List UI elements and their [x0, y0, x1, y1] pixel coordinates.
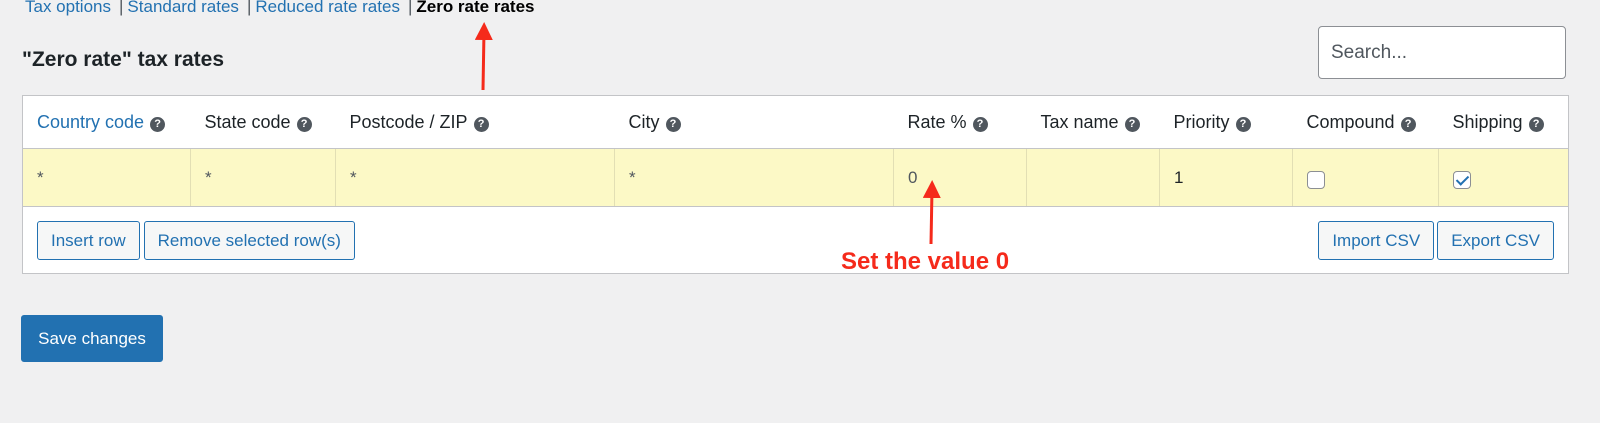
cell-tax-name[interactable]	[1026, 148, 1160, 207]
column-header-priority: Priority?	[1159, 95, 1293, 149]
cell-shipping	[1438, 148, 1569, 207]
tab-reduced-rate-rates[interactable]: Reduced rate rates	[255, 0, 400, 16]
column-label: City	[628, 111, 660, 132]
table-row[interactable]: * * * * 0 1	[22, 148, 1569, 207]
column-label: Postcode / ZIP	[349, 111, 468, 132]
arrow-to-zero-rate-tab	[474, 22, 493, 91]
help-icon[interactable]: ?	[150, 116, 166, 132]
row-actions: Insert row Remove selected row(s)	[37, 220, 359, 260]
help-icon[interactable]: ?	[296, 116, 312, 132]
column-header-country-code[interactable]: Country code?	[22, 95, 191, 149]
help-icon[interactable]: ?	[1124, 116, 1140, 132]
csv-actions: Import CSV Export CSV	[1315, 220, 1554, 260]
cell-rate[interactable]: 0	[893, 148, 1027, 207]
shipping-checkbox[interactable]	[1453, 171, 1471, 190]
cell-postcode[interactable]: *	[335, 148, 615, 207]
table-footer-row: Insert row Remove selected row(s) Import …	[23, 207, 1569, 274]
tab-standard-rates[interactable]: Standard rates	[127, 0, 239, 16]
import-csv-button[interactable]: Import CSV	[1318, 220, 1435, 260]
tab-separator: |	[246, 0, 252, 16]
help-icon[interactable]: ?	[1400, 116, 1416, 132]
annotation-label: Set the value 0	[841, 248, 1010, 275]
column-label: Compound	[1306, 111, 1395, 132]
column-label: State code	[204, 111, 291, 132]
help-icon[interactable]: ?	[665, 116, 681, 132]
insert-row-button[interactable]: Insert row	[37, 220, 140, 260]
table-footer: Insert row Remove selected row(s) Import …	[23, 207, 1569, 274]
help-icon[interactable]: ?	[1235, 116, 1251, 132]
column-header-postcode: Postcode / ZIP?	[335, 95, 615, 149]
cell-country-code[interactable]: *	[22, 148, 191, 207]
column-header-compound: Compound?	[1292, 95, 1439, 149]
help-icon[interactable]: ?	[972, 116, 988, 132]
page-title: "Zero rate" tax rates	[22, 48, 225, 71]
column-header-city: City?	[614, 95, 894, 149]
remove-rows-button[interactable]: Remove selected row(s)	[143, 220, 355, 260]
column-label: Tax name	[1040, 111, 1119, 132]
cell-compound	[1292, 148, 1439, 207]
help-icon[interactable]: ?	[1528, 116, 1544, 132]
column-label: Rate %	[907, 111, 967, 132]
column-label: Country code	[37, 111, 145, 132]
compound-checkbox[interactable]	[1307, 171, 1325, 190]
help-icon[interactable]: ?	[473, 116, 489, 132]
tax-tabs-nav: Tax options | Standard rates | Reduced rate …	[25, 0, 535, 17]
search-input[interactable]	[1318, 26, 1566, 79]
column-header-shipping: Shipping?	[1438, 95, 1569, 149]
column-header-state-code: State code?	[190, 95, 336, 149]
table-header-row: Country code? State code? Postcode / ZIP…	[22, 95, 1569, 149]
tax-rates-table: Country code? State code? Postcode / ZIP…	[22, 95, 1569, 274]
export-csv-button[interactable]: Export CSV	[1437, 220, 1554, 260]
cell-city[interactable]: *	[614, 148, 894, 207]
tab-separator: |	[119, 0, 124, 16]
column-label: Shipping	[1452, 111, 1523, 132]
save-changes-button[interactable]: Save changes	[21, 315, 163, 362]
cell-priority[interactable]: 1	[1159, 148, 1293, 207]
column-label: Priority	[1173, 111, 1230, 132]
tab-separator: |	[407, 0, 413, 16]
column-header-tax-name: Tax name?	[1026, 95, 1160, 149]
column-header-rate: Rate %?	[893, 95, 1027, 149]
cell-state-code[interactable]: *	[190, 148, 336, 207]
tab-zero-rate-rates[interactable]: Zero rate rates	[416, 0, 534, 16]
tab-tax-options[interactable]: Tax options	[25, 0, 111, 16]
